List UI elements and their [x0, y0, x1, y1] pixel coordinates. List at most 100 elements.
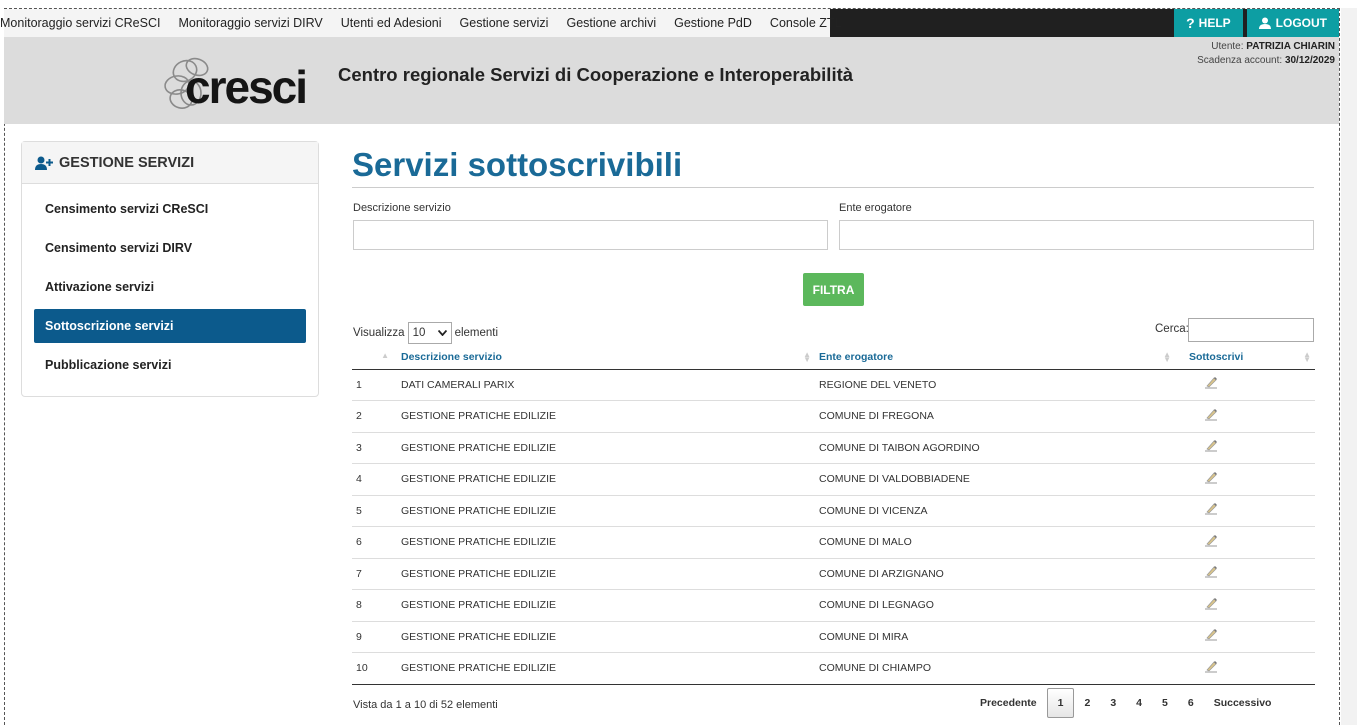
pen-sign-icon[interactable]: [1203, 627, 1219, 643]
sort-icon: ▲ ▼: [1163, 350, 1171, 364]
column-header-sottoscrivi[interactable]: Sottoscrivi ▲ ▼: [1175, 345, 1315, 370]
sidebar-header: GESTIONE SERVIZI: [22, 142, 318, 184]
row-sottoscrivi-cell: [1175, 620, 1315, 653]
page-length-value: 10: [412, 327, 426, 339]
row-ente: COMUNE DI LEGNAGO: [815, 589, 1175, 621]
table-row: 10 GESTIONE PRATICHE EDILIZIE COMUNE DI CH…: [352, 652, 1315, 685]
row-sottoscrivi-cell: [1175, 557, 1315, 590]
user-info: Utente: PATRIZIA CHIARIN Scadenza accoun…: [1197, 40, 1335, 68]
row-descrizione: GESTIONE PRATICHE EDILIZIE: [397, 400, 815, 432]
question-icon: ?: [1186, 15, 1195, 31]
sidebar-item-pubblicazione[interactable]: Pubblicazione servizi: [34, 348, 306, 382]
user-icon: [1258, 17, 1271, 29]
pen-sign-icon[interactable]: [1203, 375, 1219, 391]
nav-monitoraggio-dirv[interactable]: Monitoraggio servizi DIRV: [169, 9, 331, 37]
pager-previous[interactable]: Precedente: [970, 689, 1047, 717]
pagination: Precedente 1 2 3 4 5 6 Successivo: [970, 688, 1282, 718]
sidebar-menu: Censimento servizi CReSCI Censimento ser…: [22, 184, 318, 395]
expiry-label: Scadenza account:: [1197, 55, 1283, 66]
row-descrizione: GESTIONE PRATICHE EDILIZIE: [397, 589, 815, 621]
row-index: 2: [352, 400, 397, 432]
sidebar-item-censimento-dirv[interactable]: Censimento servizi DIRV: [34, 231, 306, 265]
row-descrizione: GESTIONE PRATICHE EDILIZIE: [397, 620, 815, 653]
nav-gestione-pdd[interactable]: Gestione PdD: [665, 9, 761, 37]
pager-page-5[interactable]: 5: [1152, 689, 1178, 717]
pager-page-4[interactable]: 4: [1126, 689, 1152, 717]
top-nav-menu: Monitoraggio servizi CReSCI Monitoraggio…: [0, 9, 841, 37]
help-button[interactable]: ? HELP: [1174, 9, 1243, 37]
row-sottoscrivi-cell: [1175, 526, 1315, 558]
pager-page-2[interactable]: 2: [1074, 689, 1100, 717]
pen-sign-icon[interactable]: [1203, 438, 1219, 454]
search-input[interactable]: [1188, 318, 1314, 342]
logo-text: cresci: [185, 61, 308, 113]
sidebar-panel: GESTIONE SERVIZI Censimento servizi CReS…: [21, 141, 319, 397]
sidebar-item-sottoscrizione[interactable]: Sottoscrizione servizi: [34, 309, 306, 343]
ente-label: Ente erogatore: [839, 202, 912, 214]
row-index: 3: [352, 431, 397, 464]
row-descrizione: GESTIONE PRATICHE EDILIZIE: [397, 431, 815, 464]
nav-gestione-archivi[interactable]: Gestione archivi: [557, 9, 665, 37]
filtra-button[interactable]: FILTRA: [803, 273, 864, 306]
column-header-index[interactable]: ▲: [352, 345, 397, 370]
table-row: 8 GESTIONE PRATICHE EDILIZIE COMUNE DI LEG…: [352, 589, 1315, 621]
column-header-descrizione[interactable]: Descrizione servizio ▲ ▼: [397, 345, 815, 370]
row-index: 4: [352, 463, 397, 495]
pen-sign-icon[interactable]: [1203, 501, 1219, 517]
user-name: PATRIZIA CHIARIN: [1246, 41, 1335, 52]
row-sottoscrivi-cell: [1175, 589, 1315, 621]
row-index: 5: [352, 494, 397, 527]
row-descrizione: GESTIONE PRATICHE EDILIZIE: [397, 526, 815, 558]
pen-sign-icon[interactable]: [1203, 470, 1219, 486]
title-divider: [352, 187, 1314, 188]
column-header-ente[interactable]: Ente erogatore ▲ ▼: [815, 345, 1175, 370]
row-sottoscrivi-cell: [1175, 400, 1315, 432]
cresci-logo[interactable]: cresci: [157, 51, 317, 113]
descrizione-input[interactable]: [353, 220, 828, 250]
pager-page-6[interactable]: 6: [1178, 689, 1204, 717]
nav-gestione-servizi[interactable]: Gestione servizi: [451, 9, 558, 37]
pen-sign-icon[interactable]: [1203, 596, 1219, 612]
help-label: HELP: [1198, 16, 1231, 30]
row-descrizione: GESTIONE PRATICHE EDILIZIE: [397, 652, 815, 685]
table-header-row: ▲ Descrizione servizio ▲ ▼ Ente erogatore ▲…: [352, 345, 1315, 370]
nav-utenti-adesioni[interactable]: Utenti ed Adesioni: [332, 9, 451, 37]
sort-asc-icon: ▲: [381, 350, 389, 360]
sidebar-item-censimento-cresci[interactable]: Censimento servizi CReSCI: [34, 192, 306, 226]
show-label: Visualizza: [353, 327, 405, 339]
pen-sign-icon[interactable]: [1203, 533, 1219, 549]
pen-sign-icon[interactable]: [1203, 564, 1219, 580]
user-label: Utente:: [1211, 41, 1244, 52]
table-info: Vista da 1 a 10 di 52 elementi: [353, 699, 498, 711]
services-table: ▲ Descrizione servizio ▲ ▼ Ente erogatore ▲…: [352, 345, 1315, 685]
nav-console-ztl[interactable]: Console ZTL: [761, 9, 851, 37]
pager-page-3[interactable]: 3: [1100, 689, 1126, 717]
pen-sign-icon[interactable]: [1203, 659, 1219, 675]
ente-input[interactable]: [839, 220, 1314, 250]
table-row: 1 DATI CAMERALI PARIX REGIONE DEL VENETO: [352, 369, 1315, 401]
sidebar-title: GESTIONE SERVIZI: [59, 154, 195, 171]
row-sottoscrivi-cell: [1175, 369, 1315, 401]
row-index: 1: [356, 378, 362, 391]
top-navbar: Monitoraggio servizi CReSCI Monitoraggio…: [0, 9, 1339, 37]
logout-button[interactable]: LOGOUT: [1246, 9, 1339, 37]
descrizione-label: Descrizione servizio: [353, 202, 451, 214]
page-length-select[interactable]: 10: [407, 322, 452, 344]
row-sottoscrivi-cell: [1175, 494, 1315, 527]
page-scrollbar[interactable]: [1341, 8, 1357, 725]
site-title: Centro regionale Servizi di Cooperazione…: [338, 64, 854, 85]
sidebar-item-attivazione[interactable]: Attivazione servizi: [34, 270, 306, 304]
row-index: 7: [352, 557, 397, 590]
row-index: 10: [352, 652, 397, 685]
sort-icon: ▲ ▼: [1303, 350, 1311, 364]
row-ente: COMUNE DI MIRA: [815, 620, 1175, 653]
pager-next[interactable]: Successivo: [1204, 689, 1282, 717]
row-descrizione: GESTIONE PRATICHE EDILIZIE: [397, 463, 815, 495]
chevron-down-icon: [437, 330, 447, 336]
pen-sign-icon[interactable]: [1203, 407, 1219, 423]
page-length-control: Visualizza 10 elementi: [353, 322, 498, 344]
row-index: 9: [352, 620, 397, 653]
logout-label: LOGOUT: [1275, 16, 1327, 30]
pager-page-1[interactable]: 1: [1046, 688, 1075, 718]
nav-monitoraggio-cresci[interactable]: Monitoraggio servizi CReSCI: [0, 9, 169, 37]
